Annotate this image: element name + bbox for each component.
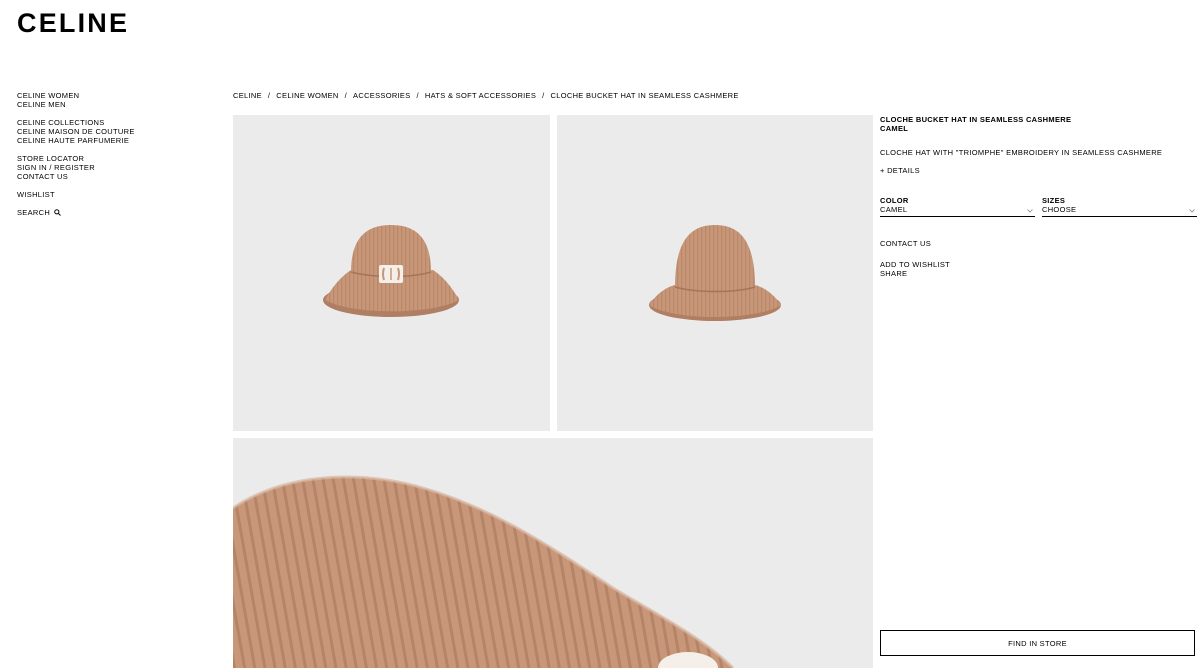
sizes-label: SIZES xyxy=(1042,196,1066,205)
color-value: CAMEL xyxy=(880,205,908,214)
nav-group-account: STORE LOCATOR SIGN IN / REGISTER CONTACT… xyxy=(17,154,197,181)
nav-maison-de-couture[interactable]: CELINE MAISON DE COUTURE xyxy=(17,127,197,136)
breadcrumb-current-product: CLOCHE BUCKET HAT IN SEAMLESS CASHMERE xyxy=(550,91,739,100)
product-image-closeup[interactable] xyxy=(233,438,873,668)
breadcrumb-hats[interactable]: HATS & SOFT ACCESSORIES xyxy=(425,91,536,100)
hat-back-illustration xyxy=(649,225,781,321)
breadcrumb-separator: / xyxy=(344,91,348,100)
nav-wishlist[interactable]: WISHLIST xyxy=(17,190,197,199)
find-in-store-button[interactable]: FIND IN STORE xyxy=(880,630,1195,656)
color-select[interactable]: COLOR CAMEL xyxy=(880,196,1035,217)
chevron-down-icon xyxy=(1027,209,1033,213)
nav-store-locator[interactable]: STORE LOCATOR xyxy=(17,154,197,163)
celine-logo[interactable]: CELINE xyxy=(17,9,129,37)
breadcrumb-celine[interactable]: CELINE xyxy=(233,91,262,100)
color-label: COLOR xyxy=(880,196,909,205)
hat-closeup-illustration xyxy=(233,475,735,668)
add-to-wishlist-link[interactable]: ADD TO WISHLIST xyxy=(880,260,950,269)
product-name: CLOCHE BUCKET HAT IN SEAMLESS CASHMERE xyxy=(880,115,1072,124)
nav-group-wishlist: WISHLIST xyxy=(17,190,197,199)
nav-celine-women[interactable]: CELINE WOMEN xyxy=(17,91,197,100)
nav-search-label: SEARCH xyxy=(17,208,51,217)
product-image-back[interactable] xyxy=(557,115,873,431)
product-color-name: CAMEL xyxy=(880,124,909,133)
product-description: CLOCHE HAT WITH "TRIOMPHE" EMBROIDERY IN… xyxy=(880,148,1163,157)
nav-celine-collections[interactable]: CELINE COLLECTIONS xyxy=(17,118,197,127)
search-icon xyxy=(54,209,61,216)
breadcrumb-separator: / xyxy=(267,91,271,100)
chevron-down-icon xyxy=(1189,209,1195,213)
breadcrumb-separator: / xyxy=(542,91,545,100)
breadcrumb-separator: / xyxy=(416,91,419,100)
side-navigation: CELINE WOMEN CELINE MEN CELINE COLLECTIO… xyxy=(17,91,197,217)
nav-group-main: CELINE WOMEN CELINE MEN xyxy=(17,91,197,109)
sizes-value: CHOOSE xyxy=(1042,205,1077,214)
breadcrumb: CELINE / CELINE WOMEN / ACCESSORIES / HA… xyxy=(233,91,739,100)
nav-group-collections: CELINE COLLECTIONS CELINE MAISON DE COUT… xyxy=(17,118,197,145)
nav-sign-in-register[interactable]: SIGN IN / REGISTER xyxy=(17,163,197,172)
share-link[interactable]: SHARE xyxy=(880,269,907,278)
nav-search[interactable]: SEARCH xyxy=(17,208,197,217)
product-image-front[interactable] xyxy=(233,115,550,431)
details-link[interactable]: + DETAILS xyxy=(880,166,920,175)
contact-us-link[interactable]: CONTACT US xyxy=(880,239,931,248)
nav-haute-parfumerie[interactable]: CELINE HAUTE PARFUMERIE xyxy=(17,136,197,145)
nav-contact-us[interactable]: CONTACT US xyxy=(17,172,197,181)
option-selectors: COLOR CAMEL SIZES CHOOSE xyxy=(880,196,1197,217)
nav-celine-men[interactable]: CELINE MEN xyxy=(17,100,197,109)
size-select[interactable]: SIZES CHOOSE xyxy=(1042,196,1197,217)
breadcrumb-accessories[interactable]: ACCESSORIES xyxy=(353,91,410,100)
hat-front-illustration xyxy=(323,225,459,317)
breadcrumb-celine-women[interactable]: CELINE WOMEN xyxy=(276,91,338,100)
